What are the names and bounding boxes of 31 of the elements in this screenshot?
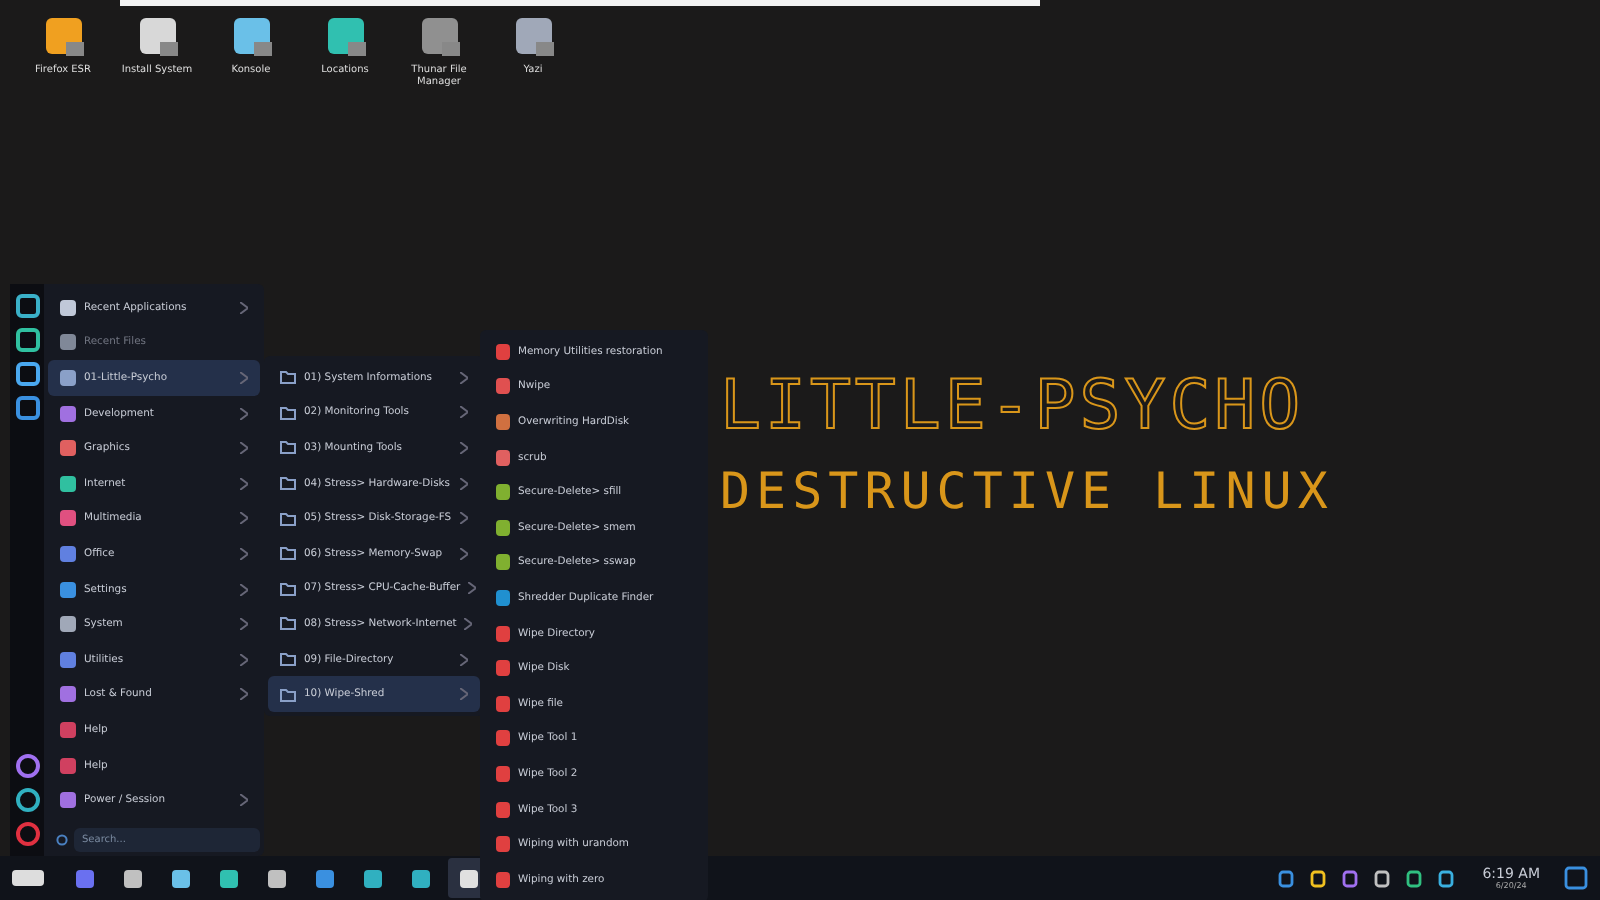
wallpaper-subtitle: DESTRUCTIVE LINUX xyxy=(720,462,1334,520)
folder-icon xyxy=(280,370,296,385)
folder-icon xyxy=(280,476,296,491)
wallpaper-title: LITTLE-PSYCHO xyxy=(720,366,1307,446)
show-desktop-icon[interactable] xyxy=(1564,866,1588,890)
chevron-icon xyxy=(460,371,468,384)
chevron-icon xyxy=(460,688,468,701)
start-menu-icon[interactable] xyxy=(12,870,44,886)
tray-icon[interactable] xyxy=(1310,869,1327,887)
chevron-icon xyxy=(464,617,473,630)
tray-icon[interactable] xyxy=(1342,869,1359,887)
chevron-icon xyxy=(460,653,468,666)
folder-icon xyxy=(280,652,296,667)
chevron-icon xyxy=(460,441,468,454)
folder-icon xyxy=(280,405,296,420)
tray-icon[interactable] xyxy=(1438,869,1455,887)
folder-icon xyxy=(280,440,296,455)
chevron-icon xyxy=(460,406,468,419)
chevron-icon xyxy=(460,512,468,525)
folder-icon xyxy=(280,687,296,702)
folder-icon xyxy=(280,546,296,561)
folder-icon xyxy=(280,581,296,596)
folder-icon xyxy=(280,511,296,526)
tray-icon[interactable] xyxy=(1374,869,1391,887)
search-icon xyxy=(56,833,70,847)
chevron-icon xyxy=(460,547,468,560)
tray-icon[interactable] xyxy=(1406,869,1423,887)
folder-icon xyxy=(280,616,296,631)
tray-icon[interactable] xyxy=(1278,869,1295,887)
chevron-icon xyxy=(460,477,468,490)
chevron-icon xyxy=(468,582,477,595)
